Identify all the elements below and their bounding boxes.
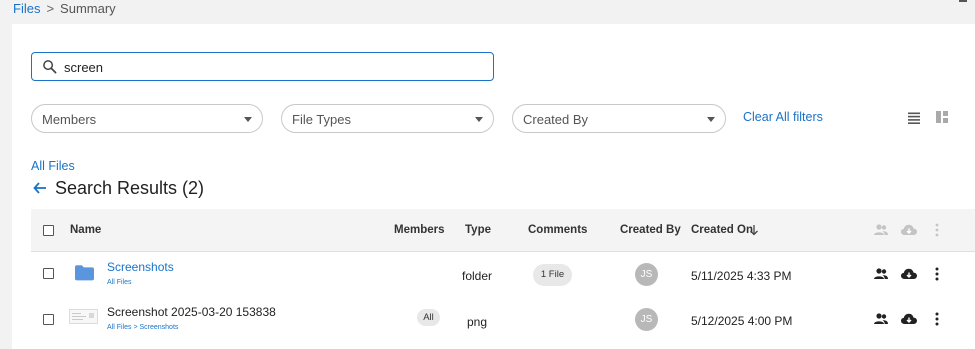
- created-on-date: 5/11/2025 4:33 PM: [691, 269, 792, 283]
- column-comments[interactable]: Comments: [528, 224, 587, 236]
- file-path-link[interactable]: All Files > Screenshots: [107, 324, 178, 331]
- search-icon: [43, 60, 57, 74]
- more-vertical-icon: [935, 223, 939, 237]
- more-vertical-icon[interactable]: [934, 266, 940, 282]
- clear-all-filters-link[interactable]: Clear All filters: [743, 110, 823, 124]
- share-users-icon[interactable]: [873, 266, 889, 282]
- select-all-checkbox[interactable]: [43, 225, 54, 236]
- file-type: png: [467, 315, 488, 329]
- file-type: folder: [462, 269, 493, 283]
- file-name-link[interactable]: Screenshot 2025-03-20 153838: [107, 305, 276, 319]
- avatar: JS: [635, 308, 658, 331]
- grid-view-icon[interactable]: [935, 110, 949, 124]
- page-title: Search Results (2): [55, 178, 205, 198]
- members-filter[interactable]: Members: [31, 104, 263, 133]
- file-name-link[interactable]: Screenshots: [107, 260, 174, 274]
- column-created-on[interactable]: Created On: [691, 224, 753, 236]
- table-row[interactable]: Screenshots All Files folder 1 File JS 5…: [31, 252, 975, 297]
- comments-badge[interactable]: 1 File: [533, 264, 572, 286]
- cloud-download-icon[interactable]: [900, 266, 918, 282]
- created-by-filter[interactable]: Created By: [512, 104, 726, 133]
- file-path-link[interactable]: All Files: [107, 279, 132, 286]
- table-header: Name Members Type Comments Created By Cr…: [31, 209, 975, 252]
- more-vertical-icon[interactable]: [934, 311, 940, 327]
- cloud-download-icon[interactable]: [900, 311, 918, 327]
- column-members[interactable]: Members: [394, 224, 445, 236]
- share-users-icon[interactable]: [873, 311, 889, 327]
- sort-descending-icon[interactable]: [749, 224, 759, 236]
- file-types-filter-label: File Types: [292, 112, 352, 127]
- arrow-back-icon[interactable]: [32, 180, 48, 196]
- created-by-filter-label: Created By: [523, 112, 589, 127]
- top-bar: Files > Summary: [0, 0, 975, 22]
- breadcrumb-files-link[interactable]: Files: [13, 1, 40, 16]
- breadcrumb: Files > Summary: [13, 1, 116, 16]
- members-filter-label: Members: [42, 112, 97, 127]
- column-type[interactable]: Type: [465, 224, 491, 236]
- row-checkbox[interactable]: [43, 268, 54, 279]
- created-on-date: 5/12/2025 4:00 PM: [691, 314, 793, 328]
- chevron-down-icon: [244, 117, 252, 122]
- folder-icon: [75, 265, 94, 281]
- row-checkbox[interactable]: [43, 314, 54, 325]
- image-thumbnail-icon: [69, 309, 98, 324]
- column-name[interactable]: Name: [70, 224, 101, 236]
- cloud-download-icon: [901, 224, 917, 235]
- all-files-link[interactable]: All Files: [31, 159, 75, 173]
- column-created-by[interactable]: Created By: [620, 224, 681, 236]
- list-view-icon[interactable]: [907, 111, 921, 125]
- share-users-icon: [874, 224, 888, 235]
- chevron-down-icon: [475, 117, 483, 122]
- breadcrumb-current: Summary: [60, 1, 116, 16]
- file-types-filter[interactable]: File Types: [281, 104, 494, 133]
- members-badge: All: [417, 309, 440, 326]
- window-minimize-icon[interactable]: [959, 0, 967, 2]
- main-panel: Members File Types Created By Clear All …: [12, 24, 975, 349]
- avatar: JS: [635, 263, 658, 286]
- search-input[interactable]: [64, 58, 484, 76]
- chevron-down-icon: [707, 117, 715, 122]
- search-box[interactable]: [31, 52, 494, 81]
- breadcrumb-separator: >: [46, 1, 55, 16]
- table-row[interactable]: Screenshot 2025-03-20 153838 All Files >…: [31, 297, 975, 342]
